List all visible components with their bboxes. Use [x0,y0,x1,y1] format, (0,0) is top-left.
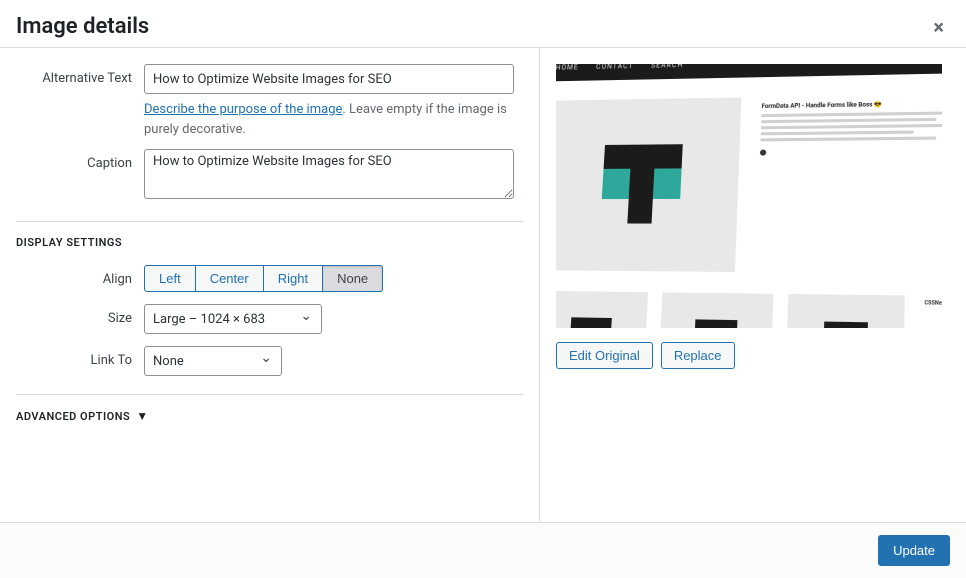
align-center-button[interactable]: Center [196,265,264,292]
display-settings-heading: DISPLAY SETTINGS [16,236,523,249]
close-icon[interactable]: × [927,15,950,39]
link-to-label: Link To [16,346,144,368]
image-preview: HOME CONTACT SEARCH FormData API - Handl… [556,64,942,328]
alt-text-input[interactable] [144,64,514,94]
size-label: Size [16,304,144,326]
caption-label: Caption [16,149,144,171]
alt-text-label: Alternative Text [16,64,144,86]
align-none-button[interactable]: None [323,265,383,292]
describe-purpose-link[interactable]: Describe the purpose of the image [144,102,342,117]
align-button-group: Left Center Right None [144,265,383,292]
align-label: Align [16,265,144,287]
chevron-down-icon: ▼ [136,409,148,423]
update-button[interactable]: Update [878,535,950,566]
replace-button[interactable]: Replace [661,342,735,369]
size-select[interactable]: Large – 1024 × 683 [144,304,322,334]
edit-original-button[interactable]: Edit Original [556,342,653,369]
settings-panel: Alternative Text Describe the purpose of… [0,48,540,522]
advanced-options-toggle[interactable]: ADVANCED OPTIONS ▼ [16,409,523,423]
modal-title: Image details [16,14,149,39]
alt-text-description: Describe the purpose of the image. Leave… [144,100,514,139]
align-right-button[interactable]: Right [264,265,323,292]
link-to-select[interactable]: None [144,346,282,376]
align-left-button[interactable]: Left [144,265,196,292]
preview-panel: HOME CONTACT SEARCH FormData API - Handl… [540,48,966,522]
caption-input[interactable]: How to Optimize Website Images for SEO [144,149,514,199]
